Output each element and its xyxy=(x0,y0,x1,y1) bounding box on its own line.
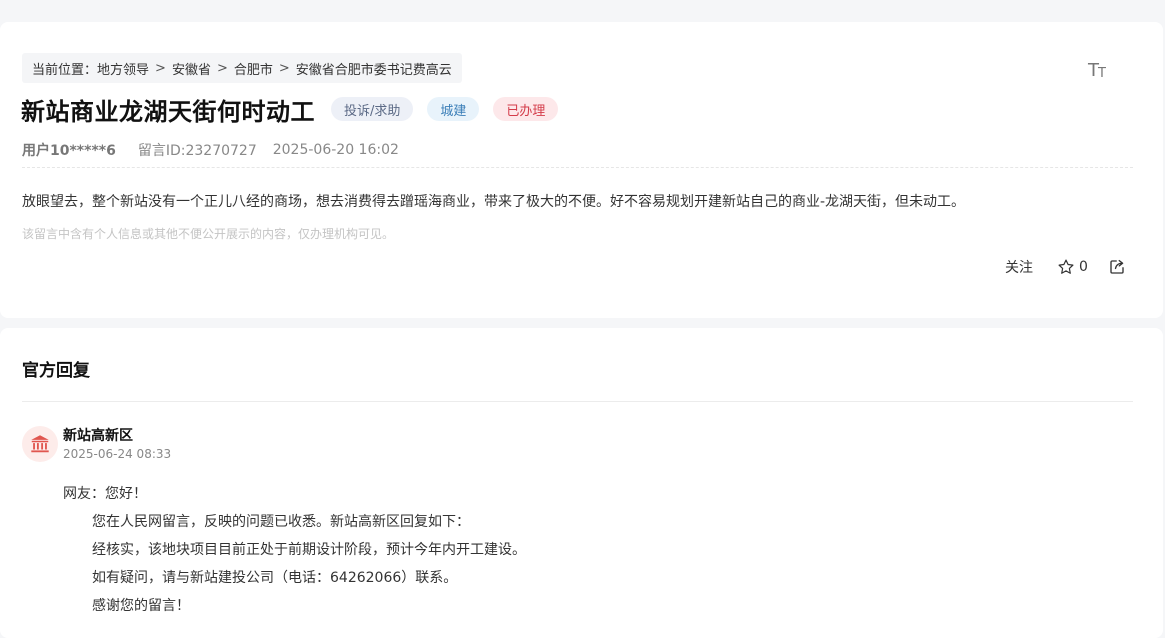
reply-body: 网友：您好！ 您在人民网留言，反映的问题已收悉。新站高新区回复如下： 经核实，该… xyxy=(63,480,526,620)
share-icon xyxy=(1110,259,1124,274)
breadcrumb-item-province[interactable]: 安徽省 xyxy=(172,59,211,78)
message-content: 放眼望去，整个新站没有一个正儿八经的商场，想去消费得去蹭瑶海商业，带来了极大的不… xyxy=(22,194,966,210)
breadcrumb-separator: > xyxy=(278,60,290,76)
message-actions: 关注 0 xyxy=(1005,256,1126,278)
status-badge: 已办理 xyxy=(493,97,559,121)
message-datetime: 2025-06-20 16:02 xyxy=(272,142,399,158)
message-id: 留言ID:23270727 xyxy=(137,143,257,159)
divider xyxy=(22,167,1133,168)
type-tag: 投诉/求助 xyxy=(331,97,414,121)
government-building-icon xyxy=(31,435,49,453)
privacy-note: 该留言中含有个人信息或其他不便公开展示的内容，仅办理机构可见。 xyxy=(22,227,395,241)
reply-line: 感谢您的留言！ xyxy=(92,598,190,614)
breadcrumb-separator: > xyxy=(155,60,166,76)
font-size-icon[interactable]: TT xyxy=(1085,58,1109,81)
divider xyxy=(22,401,1133,402)
follow-button[interactable]: 关注 xyxy=(1005,257,1033,277)
font-size-small-glyph: T xyxy=(1098,66,1106,81)
message-meta: 用户10*****6 留言ID:23270727 2025-06-20 16:0… xyxy=(22,140,399,160)
avatar xyxy=(22,426,58,462)
official-reply-card: 官方回复 新站高新区 2025-06-24 08:33 网友：您好！ 您在人民网… xyxy=(0,328,1163,638)
reply-heading: 官方回复 xyxy=(22,361,90,381)
title-row: 新站商业龙湖天街何时动工 投诉/求助 城建 已办理 xyxy=(21,92,559,126)
breadcrumb-prefix: 当前位置： xyxy=(32,62,98,78)
reply-time: 2025-06-24 08:33 xyxy=(63,447,172,461)
reply-line: 如有疑问，请与新站建投公司（电话：64262066）联系。 xyxy=(92,570,458,586)
star-button[interactable]: 0 xyxy=(1057,258,1088,276)
reply-line: 您在人民网留言，反映的问题已收悉。新站高新区回复如下： xyxy=(92,514,470,530)
category-tag: 城建 xyxy=(427,97,480,121)
star-icon xyxy=(1058,259,1074,274)
message-user: 用户10*****6 xyxy=(22,143,116,159)
breadcrumb-separator: > xyxy=(216,60,228,76)
star-count: 0 xyxy=(1079,259,1088,275)
message-title: 新站商业龙湖天街何时动工 xyxy=(21,97,315,126)
message-card: 当前位置： 地方领导 > 安徽省 > 合肥市 > 安徽省合肥市委书记费高云 TT… xyxy=(0,22,1163,318)
reply-line: 经核实，该地块项目目前正处于前期设计阶段，预计今年内开工建设。 xyxy=(92,542,526,558)
share-button[interactable] xyxy=(1108,258,1126,276)
breadcrumb-item-city[interactable]: 合肥市 xyxy=(234,59,273,78)
breadcrumb: 当前位置： 地方领导 > 安徽省 > 合肥市 > 安徽省合肥市委书记费高云 xyxy=(22,53,462,83)
breadcrumb-item-leader[interactable]: 安徽省合肥市委书记费高云 xyxy=(296,59,452,78)
breadcrumb-item-leaders[interactable]: 地方领导 xyxy=(97,59,149,78)
reply-org-name: 新站高新区 xyxy=(63,428,133,444)
reply-greeting: 网友：您好！ xyxy=(63,486,147,502)
